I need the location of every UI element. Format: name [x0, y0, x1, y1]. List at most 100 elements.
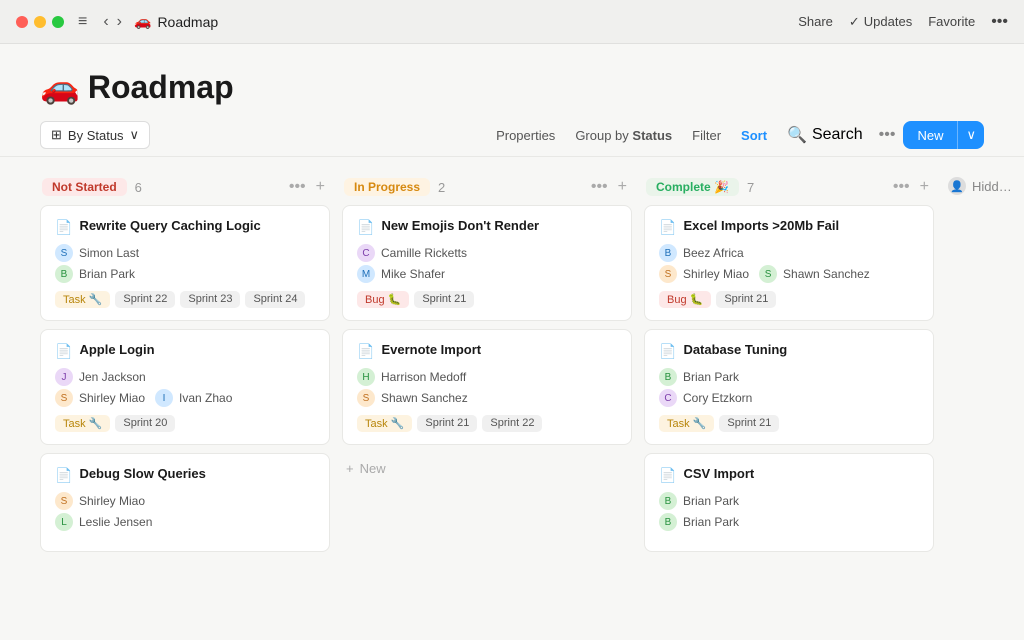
assignee-name: Shawn Sanchez [381, 391, 468, 405]
assignee-leslie: L Leslie Jensen [55, 513, 315, 531]
updates-button[interactable]: ✓ Updates [849, 14, 912, 30]
card-assignees: J Jen Jackson S Shirley Miao I Ivan Zhao [55, 368, 315, 407]
assignee-name: Brian Park [683, 370, 739, 384]
col-more-icon[interactable]: ••• [588, 177, 611, 197]
new-button[interactable]: New ∨ [903, 121, 984, 149]
assignee-name: Jen Jackson [79, 370, 146, 384]
assignee-name: Harrison Medoff [381, 370, 466, 384]
col-count-not-started: 6 [135, 180, 142, 195]
new-card-label: New [360, 461, 386, 476]
group-by-value: Status [632, 128, 672, 143]
tag-sprint-21: Sprint 21 [417, 415, 477, 432]
doc-icon: 📄 [357, 343, 374, 360]
sort-button[interactable]: Sort [733, 123, 775, 148]
properties-button[interactable]: Properties [488, 123, 563, 148]
card-title: New Emojis Don't Render [381, 218, 539, 235]
col-more-icon[interactable]: ••• [286, 177, 309, 197]
card-tags: Bug 🐛 Sprint 21 [357, 291, 617, 308]
card-excel[interactable]: 📄 Excel Imports >20Mb Fail B Beez Africa… [644, 205, 934, 321]
card-assignees: B Beez Africa S Shirley Miao S Shawn San… [659, 244, 919, 283]
menu-icon[interactable]: ≡ [74, 9, 91, 35]
back-arrow-icon[interactable]: ‹ [101, 13, 110, 31]
hidden-avatar-icon: 👤 [948, 177, 966, 195]
more-options-icon[interactable]: ••• [991, 13, 1008, 31]
forward-arrow-icon[interactable]: › [115, 13, 124, 31]
doc-icon: 📄 [659, 219, 676, 236]
card-assignees: S Shirley Miao L Leslie Jensen [55, 492, 315, 531]
assignee-name: Shirley Miao [683, 267, 749, 281]
page-emoji: 🚗 [40, 68, 80, 106]
col-actions-in-progress: ••• + [588, 177, 630, 197]
col-add-icon[interactable]: + [313, 177, 328, 197]
share-button[interactable]: Share [798, 14, 833, 29]
filter-button[interactable]: Filter [684, 123, 729, 148]
assignee-shirley-ivan: S Shirley Miao I Ivan Zhao [55, 389, 315, 407]
avatar: L [55, 513, 73, 531]
card-database-tuning[interactable]: 📄 Database Tuning B Brian Park C Cory Et… [644, 329, 934, 445]
card-emojis[interactable]: 📄 New Emojis Don't Render C Camille Rick… [342, 205, 632, 321]
avatar: B [659, 244, 677, 262]
tag-task: Task 🔧 [55, 415, 110, 432]
group-by-button[interactable]: Group by Status [567, 123, 680, 148]
avatar: I [155, 389, 173, 407]
avatar: S [55, 244, 73, 262]
assignee-brian4: B Brian Park [659, 513, 919, 531]
col-more-icon[interactable]: ••• [890, 177, 913, 197]
tag-sprint-22: Sprint 22 [115, 291, 175, 308]
column-complete: Complete 🎉 7 ••• + 📄 Excel Imports >20Mb… [644, 173, 934, 619]
board-icon: ⊞ [51, 127, 62, 143]
assignee-mike: M Mike Shafer [357, 265, 617, 283]
doc-icon: 📄 [659, 343, 676, 360]
column-not-started: Not Started 6 ••• + 📄 Rewrite Query Cach… [40, 173, 330, 619]
card-title: Apple Login [79, 342, 154, 359]
view-selector[interactable]: ⊞ By Status ∨ [40, 121, 150, 149]
tag-sprint-24: Sprint 24 [245, 291, 305, 308]
favorite-button[interactable]: Favorite [928, 14, 975, 29]
search-button[interactable]: 🔍 Search [779, 120, 871, 150]
col-add-icon[interactable]: + [917, 177, 932, 197]
avatar: S [759, 265, 777, 283]
avatar: S [55, 389, 73, 407]
tag-sprint-23: Sprint 23 [180, 291, 240, 308]
assignee-name: Cory Etzkorn [683, 391, 752, 405]
card-title: Database Tuning [683, 342, 787, 359]
new-button-label[interactable]: New [903, 122, 957, 149]
assignee-shirley-shawn: S Shirley Miao S Shawn Sanchez [659, 265, 919, 283]
card-debug-slow[interactable]: 📄 Debug Slow Queries S Shirley Miao L Le… [40, 453, 330, 552]
maximize-button[interactable] [52, 16, 64, 28]
view-label: By Status [68, 128, 124, 143]
assignee-name: Brian Park [79, 267, 135, 281]
card-tags: Task 🔧 Sprint 21 Sprint 22 [357, 415, 617, 432]
card-rewrite-query[interactable]: 📄 Rewrite Query Caching Logic S Simon La… [40, 205, 330, 321]
assignee-harrison: H Harrison Medoff [357, 368, 617, 386]
card-title-row: 📄 CSV Import [659, 466, 919, 484]
avatar: C [659, 389, 677, 407]
toolbar-more-icon[interactable]: ••• [875, 124, 900, 146]
assignee-name: Ivan Zhao [179, 391, 232, 405]
card-title-row: 📄 Evernote Import [357, 342, 617, 360]
avatar: B [659, 368, 677, 386]
page-title: 🚗 Roadmap [40, 68, 984, 106]
close-button[interactable] [16, 16, 28, 28]
new-button-arrow-icon[interactable]: ∨ [957, 121, 984, 149]
card-assignees: B Brian Park B Brian Park [659, 492, 919, 531]
card-assignees: B Brian Park C Cory Etzkorn [659, 368, 919, 407]
column-header-hidden: 👤 Hidd… [946, 173, 1024, 203]
assignee-name: Shawn Sanchez [783, 267, 870, 281]
avatar: B [55, 265, 73, 283]
card-csv-import[interactable]: 📄 CSV Import B Brian Park B Brian Park [644, 453, 934, 552]
group-by-label: Group by [575, 128, 632, 143]
card-apple-login[interactable]: 📄 Apple Login J Jen Jackson S Shirley Mi… [40, 329, 330, 445]
assignee-jen: J Jen Jackson [55, 368, 315, 386]
titlebar-right: Share ✓ Updates Favorite ••• [798, 13, 1008, 31]
tag-sprint-21: Sprint 21 [719, 415, 779, 432]
col-add-icon[interactable]: + [615, 177, 630, 197]
status-badge-complete: Complete 🎉 [646, 178, 739, 196]
new-card-button[interactable]: + New [342, 453, 632, 484]
assignee-brian2: B Brian Park [659, 368, 919, 386]
minimize-button[interactable] [34, 16, 46, 28]
card-evernote[interactable]: 📄 Evernote Import H Harrison Medoff S Sh… [342, 329, 632, 445]
assignee-name: Shirley Miao [79, 494, 145, 508]
assignee-shawn: S Shawn Sanchez [357, 389, 617, 407]
card-assignees: S Simon Last B Brian Park [55, 244, 315, 283]
